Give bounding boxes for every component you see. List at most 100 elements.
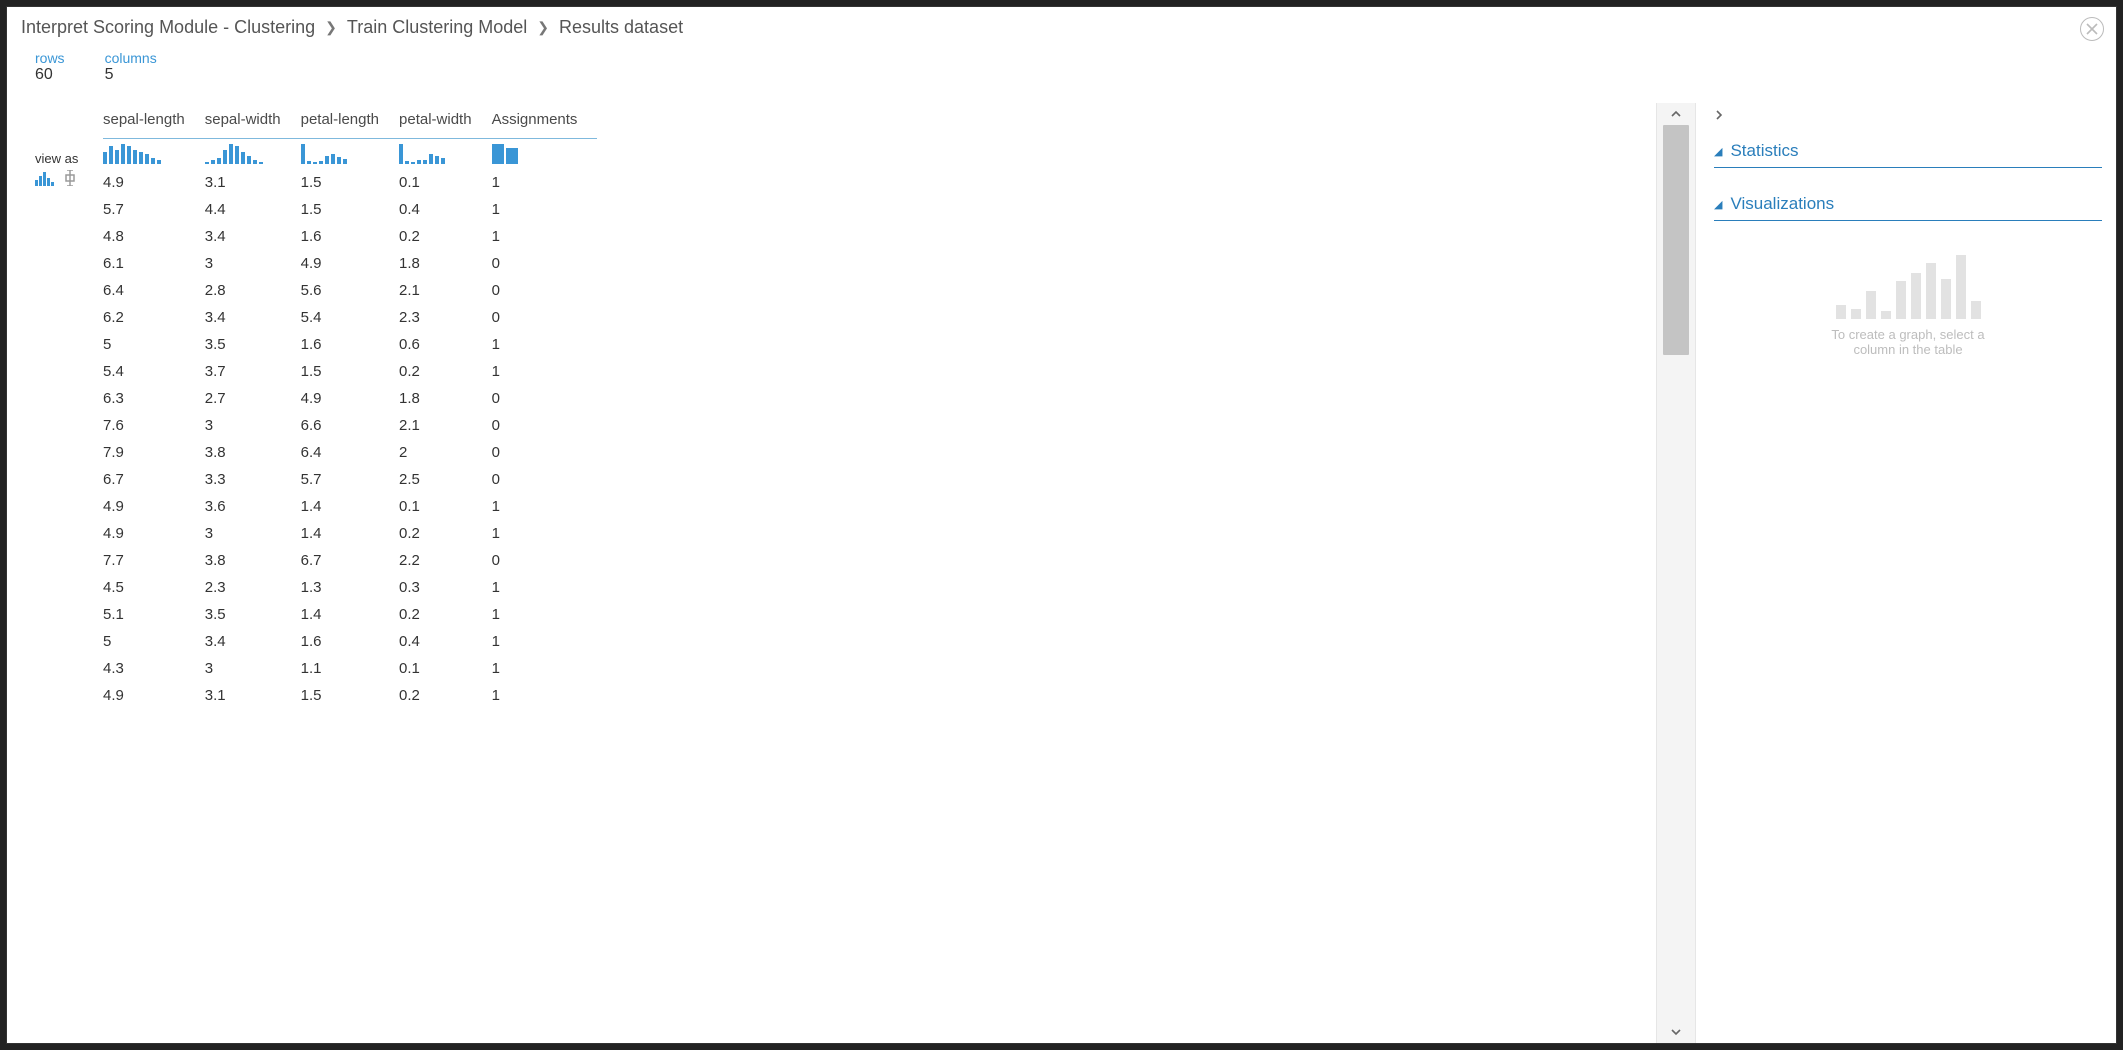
table-row[interactable]: 4.931.40.21 [103, 520, 597, 547]
close-icon [2086, 23, 2098, 35]
column-header[interactable]: petal-width [399, 103, 492, 139]
table-cell: 0.3 [399, 574, 492, 601]
caret-down-icon: ◢ [1714, 198, 1722, 211]
table-cell: 0.2 [399, 520, 492, 547]
visualizations-header[interactable]: ◢ Visualizations [1714, 184, 2102, 221]
table-cell: 0 [492, 277, 598, 304]
scrollbar-thumb[interactable] [1663, 125, 1689, 355]
visualization-hint: To create a graph, select a [1788, 327, 2028, 342]
table-cell: 4.9 [103, 493, 205, 520]
table-cell: 6.7 [103, 466, 205, 493]
chevron-right-icon: ❯ [537, 19, 549, 36]
table-cell: 2 [399, 439, 492, 466]
table-cell: 3.6 [205, 493, 301, 520]
table-cell: 1.5 [301, 358, 399, 385]
breadcrumb-item[interactable]: Interpret Scoring Module - Clustering [21, 17, 315, 38]
table-cell: 6.2 [103, 304, 205, 331]
visualizations-label: Visualizations [1730, 194, 1834, 214]
table-cell: 1 [492, 169, 598, 196]
column-header[interactable]: sepal-width [205, 103, 301, 139]
table-cell: 0 [492, 304, 598, 331]
table-cell: 3 [205, 412, 301, 439]
table-cell: 1 [492, 331, 598, 358]
table-row[interactable]: 4.93.61.40.11 [103, 493, 597, 520]
table-cell: 2.8 [205, 277, 301, 304]
table-cell: 1.3 [301, 574, 399, 601]
expand-panel-button[interactable] [1714, 109, 2102, 123]
column-sparkline[interactable] [399, 139, 492, 170]
table-row[interactable]: 6.32.74.91.80 [103, 385, 597, 412]
table-cell: 7.7 [103, 547, 205, 574]
table-row[interactable]: 4.52.31.30.31 [103, 574, 597, 601]
table-row[interactable]: 7.636.62.10 [103, 412, 597, 439]
table-row[interactable]: 4.331.10.11 [103, 655, 597, 682]
table-cell: 0.2 [399, 682, 492, 709]
table-cell: 1.8 [399, 250, 492, 277]
table-cell: 5.4 [103, 358, 205, 385]
table-cell: 6.7 [301, 547, 399, 574]
column-sparkline[interactable] [492, 139, 598, 170]
column-sparkline[interactable] [103, 139, 205, 170]
table-cell: 0 [492, 439, 598, 466]
table-row[interactable]: 5.74.41.50.41 [103, 196, 597, 223]
view-as-boxplot-icon[interactable] [63, 170, 77, 186]
table-cell: 1 [492, 655, 598, 682]
table-cell: 0.4 [399, 628, 492, 655]
scroll-up-button[interactable] [1657, 103, 1695, 125]
placeholder-bars-icon [1788, 247, 2028, 319]
table-row[interactable]: 5.13.51.40.21 [103, 601, 597, 628]
view-as-histogram-icon[interactable] [35, 172, 57, 186]
table-row[interactable]: 4.93.11.50.11 [103, 169, 597, 196]
table-cell: 0 [492, 412, 598, 439]
table-cell: 3 [205, 250, 301, 277]
table-cell: 0.1 [399, 169, 492, 196]
column-header[interactable]: sepal-length [103, 103, 205, 139]
table-cell: 3.1 [205, 682, 301, 709]
table-cell: 2.3 [205, 574, 301, 601]
table-row[interactable]: 6.134.91.80 [103, 250, 597, 277]
rows-value: 60 [35, 66, 65, 84]
table-row[interactable]: 6.42.85.62.10 [103, 277, 597, 304]
statistics-label: Statistics [1730, 141, 1798, 161]
table-row[interactable]: 7.73.86.72.20 [103, 547, 597, 574]
table-cell: 1 [492, 574, 598, 601]
column-sparkline[interactable] [301, 139, 399, 170]
table-cell: 1 [492, 196, 598, 223]
columns-value: 5 [105, 66, 157, 84]
table-row[interactable]: 5.43.71.50.21 [103, 358, 597, 385]
table-cell: 1.6 [301, 628, 399, 655]
table-cell: 1.4 [301, 493, 399, 520]
table-cell: 0.1 [399, 493, 492, 520]
table-row[interactable]: 6.73.35.72.50 [103, 466, 597, 493]
scroll-down-button[interactable] [1657, 1021, 1695, 1043]
table-row[interactable]: 53.41.60.41 [103, 628, 597, 655]
breadcrumb-item[interactable]: Train Clustering Model [347, 17, 527, 38]
table-cell: 4.9 [301, 385, 399, 412]
table-cell: 7.9 [103, 439, 205, 466]
table-cell: 0.2 [399, 601, 492, 628]
column-sparkline[interactable] [205, 139, 301, 170]
statistics-header[interactable]: ◢ Statistics [1714, 131, 2102, 168]
table-cell: 3.5 [205, 601, 301, 628]
results-table: sepal-lengthsepal-widthpetal-lengthpetal… [103, 103, 597, 709]
table-row[interactable]: 53.51.60.61 [103, 331, 597, 358]
vertical-scrollbar[interactable] [1656, 103, 1696, 1043]
table-cell: 5.7 [301, 466, 399, 493]
view-as-label: view as [35, 151, 78, 166]
breadcrumb-item: Results dataset [559, 17, 683, 38]
table-cell: 2.3 [399, 304, 492, 331]
rows-meta: rows 60 [35, 50, 65, 84]
table-row[interactable]: 7.93.86.420 [103, 439, 597, 466]
table-cell: 0.2 [399, 358, 492, 385]
column-header[interactable]: Assignments [492, 103, 598, 139]
close-button[interactable] [2080, 17, 2104, 41]
table-row[interactable]: 6.23.45.42.30 [103, 304, 597, 331]
table-cell: 5.1 [103, 601, 205, 628]
table-row[interactable]: 4.83.41.60.21 [103, 223, 597, 250]
table-cell: 6.6 [301, 412, 399, 439]
column-header[interactable]: petal-length [301, 103, 399, 139]
table-cell: 3 [205, 655, 301, 682]
table-row[interactable]: 4.93.11.50.21 [103, 682, 597, 709]
table-cell: 0.6 [399, 331, 492, 358]
visualization-placeholder: To create a graph, select a column in th… [1788, 247, 2028, 357]
